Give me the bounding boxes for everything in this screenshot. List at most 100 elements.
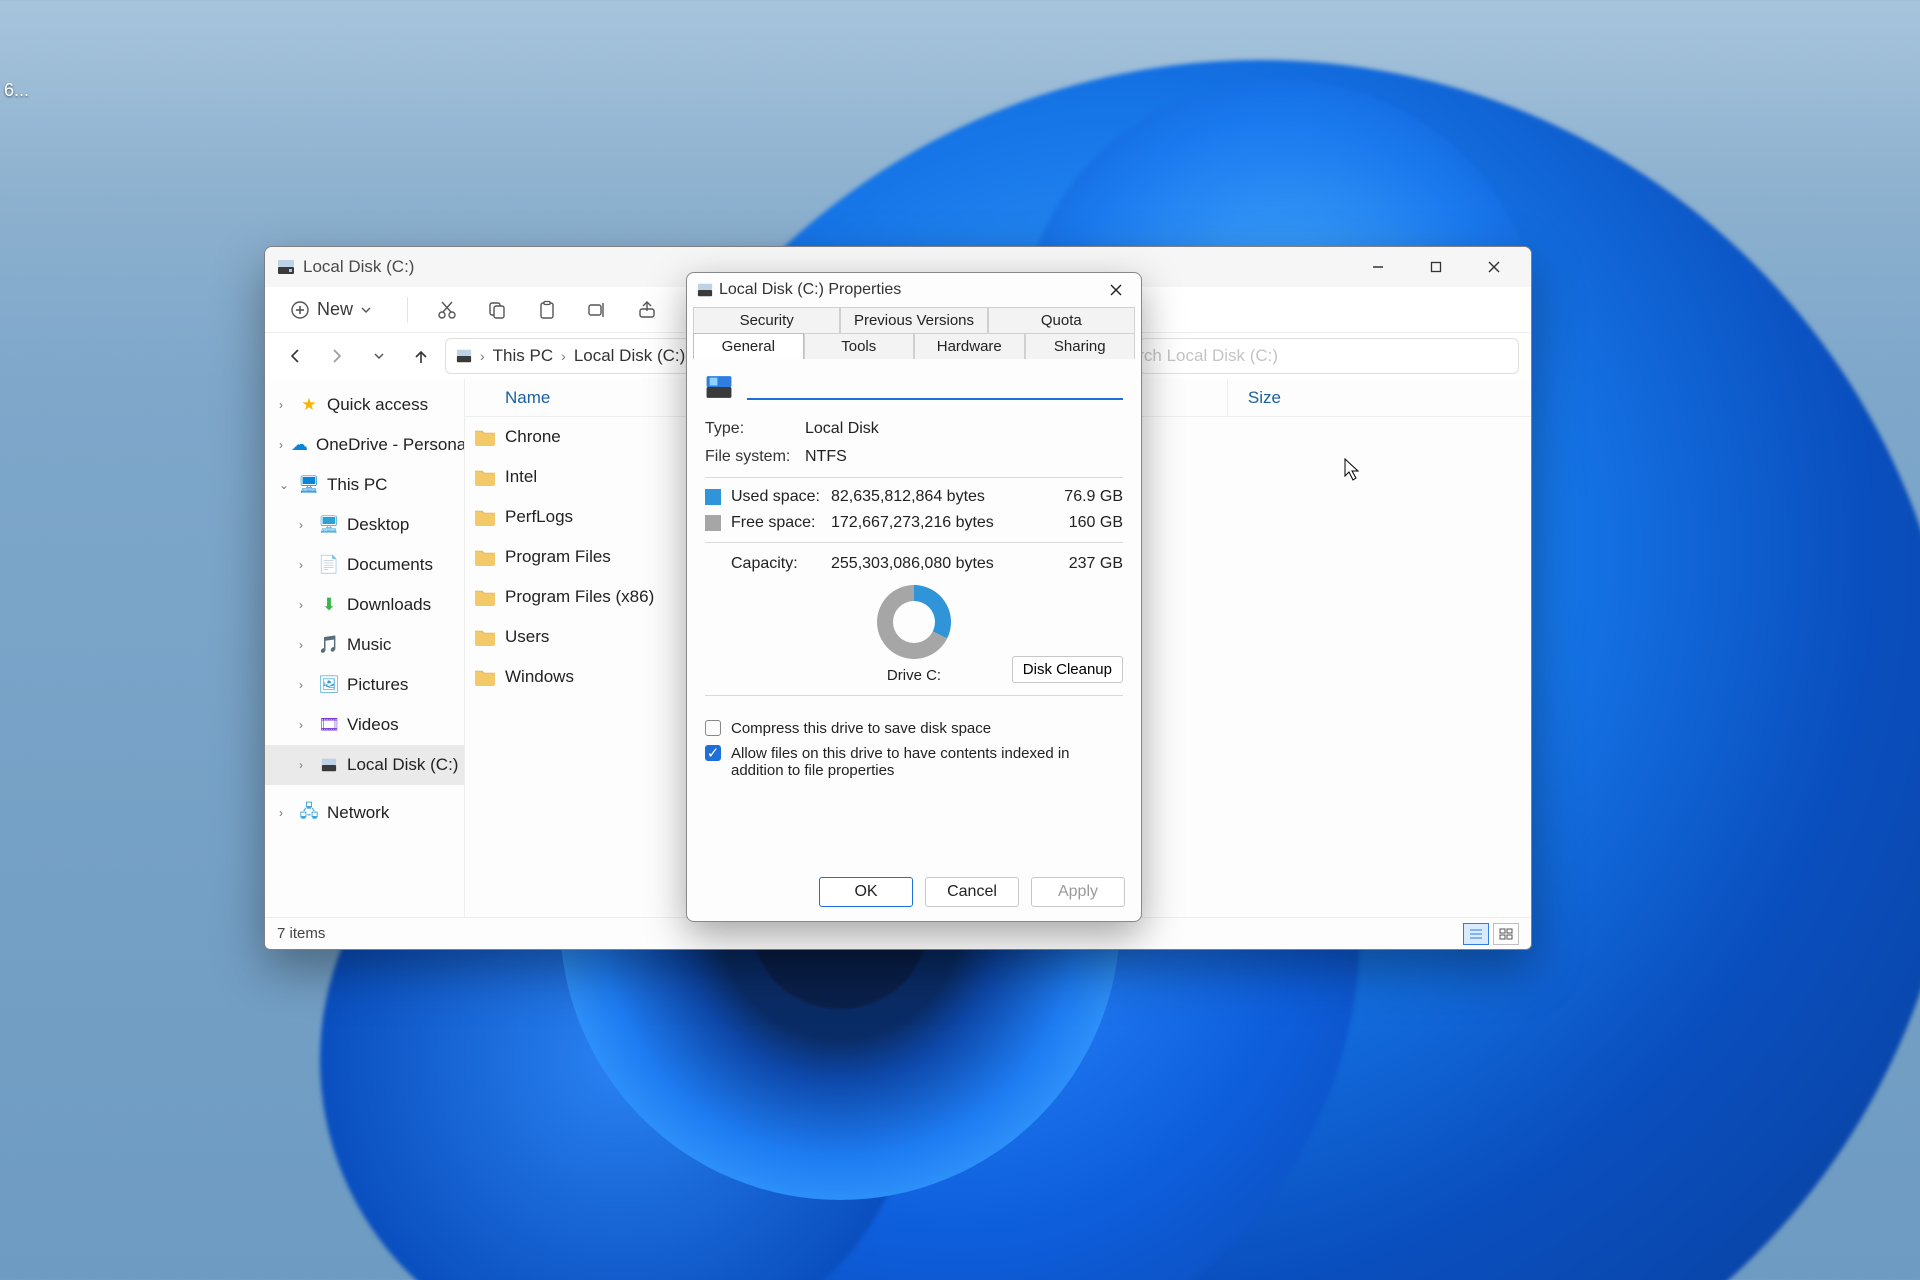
- separator: [705, 477, 1123, 478]
- free-label: Free space:: [731, 514, 831, 532]
- dialog-titlebar[interactable]: Local Disk (C:) Properties: [687, 273, 1141, 307]
- sidebar-item-label: Downloads: [347, 595, 431, 615]
- folder-name: Program Files: [505, 547, 611, 567]
- separator: [407, 297, 408, 323]
- used-gb: 76.9 GB: [1053, 488, 1123, 506]
- ok-button[interactable]: OK: [819, 877, 913, 907]
- filesystem-label: File system:: [705, 448, 805, 466]
- crumb-local-disk[interactable]: Local Disk (C:): [574, 346, 685, 366]
- compress-label: Compress this drive to save disk space: [731, 720, 991, 737]
- tab-sharing[interactable]: Sharing: [1025, 333, 1136, 359]
- tab-general[interactable]: General: [693, 333, 804, 359]
- paste-icon[interactable]: [536, 299, 558, 321]
- column-size[interactable]: Size: [1227, 379, 1281, 416]
- up-button[interactable]: [403, 338, 439, 374]
- new-button[interactable]: New: [283, 295, 379, 324]
- drive-icon: [456, 348, 472, 364]
- sidebar-item-this-pc[interactable]: ⌄🖥This PC: [265, 465, 464, 505]
- tab-quota[interactable]: Quota: [988, 307, 1135, 333]
- folder-icon: [465, 548, 505, 566]
- dialog-footer: OK Cancel Apply: [687, 863, 1141, 921]
- star-icon: ★: [299, 395, 319, 415]
- capacity-label: Capacity:: [705, 555, 831, 573]
- folder-name: Chrone: [505, 427, 561, 447]
- tab-security[interactable]: Security: [693, 307, 840, 333]
- window-title: Local Disk (C:): [303, 257, 414, 277]
- separator: [705, 695, 1123, 696]
- tab-previous-versions[interactable]: Previous Versions: [840, 307, 987, 333]
- tab-strip: Security Previous Versions Quota General…: [687, 307, 1141, 359]
- type-label: Type:: [705, 420, 805, 438]
- recent-button[interactable]: [361, 338, 397, 374]
- sidebar-item-desktop[interactable]: ›🖥Desktop: [265, 505, 464, 545]
- monitor-icon: 🖥: [299, 475, 319, 495]
- rename-icon[interactable]: [586, 299, 608, 321]
- crumb-this-pc[interactable]: This PC: [493, 346, 553, 366]
- music-icon: 🎵: [319, 635, 339, 655]
- close-button[interactable]: [1101, 275, 1131, 305]
- separator: [705, 542, 1123, 543]
- sidebar-item-videos[interactable]: ›🎞Videos: [265, 705, 464, 745]
- type-value: Local Disk: [805, 420, 879, 438]
- details-view-button[interactable]: [1463, 923, 1489, 945]
- cut-icon[interactable]: [436, 299, 458, 321]
- close-button[interactable]: [1465, 247, 1523, 287]
- sidebar-item-label: OneDrive - Personal: [316, 435, 465, 455]
- sidebar-item-network[interactable]: ›🖧Network: [265, 793, 464, 833]
- sidebar-item-label: Local Disk (C:): [347, 755, 458, 775]
- drive-icon: [319, 757, 339, 773]
- volume-label-input[interactable]: [747, 374, 1123, 400]
- folder-icon: [465, 428, 505, 446]
- checkbox-icon: [705, 720, 721, 736]
- tab-tools[interactable]: Tools: [804, 333, 915, 359]
- folder-icon: [465, 628, 505, 646]
- compress-checkbox[interactable]: Compress this drive to save disk space: [705, 716, 1123, 741]
- tab-hardware[interactable]: Hardware: [914, 333, 1025, 359]
- sidebar-item-music[interactable]: ›🎵Music: [265, 625, 464, 665]
- sidebar-item-label: This PC: [327, 475, 387, 495]
- sidebar-item-local-disk[interactable]: ›Local Disk (C:): [265, 745, 464, 785]
- new-label: New: [317, 299, 353, 320]
- folder-name: Users: [505, 627, 549, 647]
- chevron-right-icon: ›: [480, 348, 485, 364]
- folder-icon: [465, 468, 505, 486]
- video-icon: 🎞: [319, 715, 339, 735]
- apply-button[interactable]: Apply: [1031, 877, 1125, 907]
- forward-button[interactable]: [319, 338, 355, 374]
- sidebar-item-quick-access[interactable]: ›★Quick access: [265, 385, 464, 425]
- folder-icon: [465, 588, 505, 606]
- minimize-button[interactable]: [1349, 247, 1407, 287]
- sidebar-item-downloads[interactable]: ›⬇Downloads: [265, 585, 464, 625]
- sidebar-item-pictures[interactable]: ›🖼Pictures: [265, 665, 464, 705]
- folder-icon: [465, 668, 505, 686]
- desktop-icon-label[interactable]: 6...: [4, 80, 29, 101]
- folder-name: Intel: [505, 467, 537, 487]
- dialog-title: Local Disk (C:) Properties: [719, 281, 901, 299]
- cancel-button[interactable]: Cancel: [925, 877, 1019, 907]
- filesystem-value: NTFS: [805, 448, 847, 466]
- sidebar: ›★Quick access ›☁OneDrive - Personal ⌄🖥T…: [265, 379, 465, 917]
- disk-cleanup-button[interactable]: Disk Cleanup: [1012, 656, 1123, 683]
- share-icon[interactable]: [636, 299, 658, 321]
- index-checkbox[interactable]: ✓Allow files on this drive to have conte…: [705, 741, 1123, 783]
- maximize-button[interactable]: [1407, 247, 1465, 287]
- drive-label: Drive C:: [887, 667, 941, 684]
- copy-icon[interactable]: [486, 299, 508, 321]
- tiles-view-button[interactable]: [1493, 923, 1519, 945]
- picture-icon: 🖼: [319, 675, 339, 695]
- search-input[interactable]: Search Local Disk (C:): [1139, 338, 1519, 374]
- sidebar-item-label: Network: [327, 803, 389, 823]
- capacity-gb: 237 GB: [1053, 555, 1123, 573]
- cloud-icon: ☁: [291, 435, 308, 455]
- used-bytes: 82,635,812,864 bytes: [831, 488, 1053, 506]
- download-icon: ⬇: [319, 595, 339, 615]
- sidebar-item-documents[interactable]: ›📄Documents: [265, 545, 464, 585]
- free-swatch: [705, 515, 721, 531]
- chevron-right-icon: ›: [561, 348, 566, 364]
- sidebar-item-onedrive[interactable]: ›☁OneDrive - Personal: [265, 425, 464, 465]
- sidebar-item-label: Documents: [347, 555, 433, 575]
- back-button[interactable]: [277, 338, 313, 374]
- folder-icon: [465, 508, 505, 526]
- folder-name: Program Files (x86): [505, 587, 654, 607]
- sidebar-item-label: Pictures: [347, 675, 408, 695]
